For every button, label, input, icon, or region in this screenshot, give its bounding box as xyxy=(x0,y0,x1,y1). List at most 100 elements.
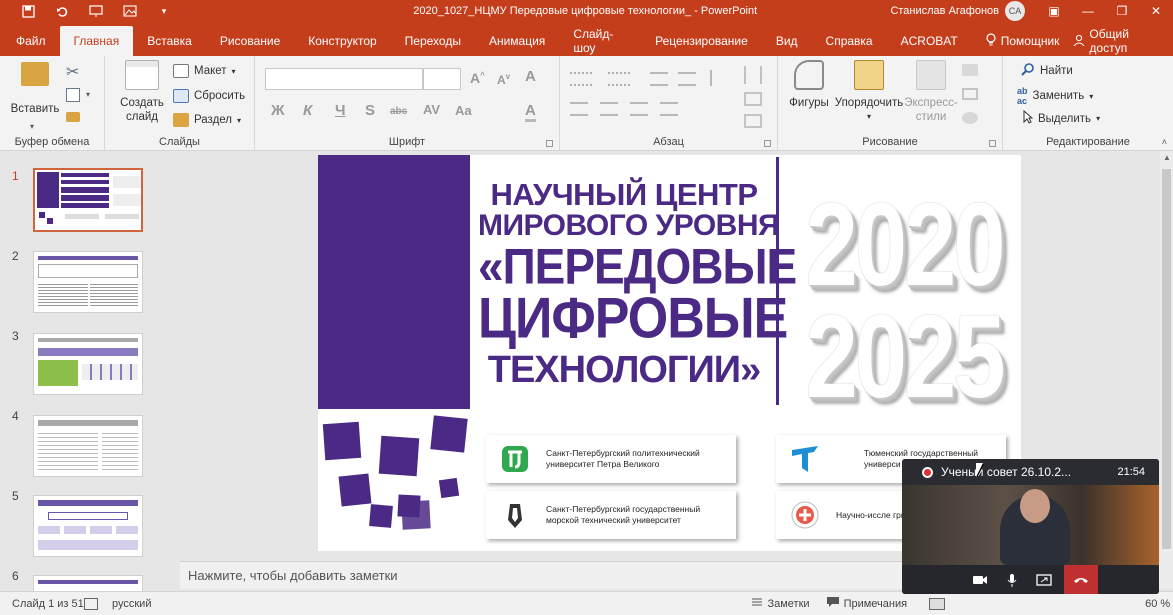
slide-thumbnail[interactable] xyxy=(33,168,143,232)
hang-up-button[interactable] xyxy=(1064,565,1098,594)
tab-design[interactable]: Конструктор xyxy=(294,26,390,56)
slide-thumbnails-pane[interactable]: 1 2 3 4 5 6 xyxy=(0,151,180,591)
tab-insert[interactable]: Вставка xyxy=(133,26,206,56)
user-account[interactable]: Станислав Агафонов CA xyxy=(890,1,1025,21)
slide-thumbnail[interactable] xyxy=(33,333,143,395)
columns-icon[interactable] xyxy=(744,66,762,84)
bullets-icon[interactable] xyxy=(570,72,592,86)
slide-thumbnail[interactable] xyxy=(33,415,143,477)
tab-file[interactable]: Файл xyxy=(0,26,60,56)
scrollbar-thumb[interactable] xyxy=(1162,169,1171,549)
bold-button[interactable]: Ж xyxy=(271,102,285,119)
tab-slideshow[interactable]: Слайд-шоу xyxy=(559,26,641,56)
italic-button[interactable]: К xyxy=(303,102,312,119)
notes-button[interactable]: Заметки xyxy=(751,596,810,611)
quick-styles-label: Экспресс- xyxy=(904,97,958,109)
quick-styles-button[interactable]: Экспресс- стили xyxy=(902,60,960,124)
shape-outline-icon[interactable] xyxy=(962,88,978,100)
tab-draw[interactable]: Рисование xyxy=(206,26,294,56)
tab-help[interactable]: Справка xyxy=(812,26,887,56)
text-direction-icon[interactable] xyxy=(744,92,762,106)
tab-review[interactable]: Рецензирование xyxy=(641,26,762,56)
increase-indent-icon[interactable] xyxy=(678,72,696,86)
new-slide-label-2: слайд xyxy=(126,111,158,123)
reset-button[interactable]: Сбросить xyxy=(173,89,245,103)
camera-icon[interactable] xyxy=(964,574,996,586)
normal-view-icon[interactable] xyxy=(929,597,946,610)
restore-button[interactable]: ❐ xyxy=(1105,4,1139,18)
comments-button[interactable]: Примечания xyxy=(826,596,907,611)
format-painter-icon[interactable] xyxy=(66,112,80,122)
paragraph-dialog-launcher-icon[interactable] xyxy=(764,140,771,147)
slideshow-start-icon[interactable] xyxy=(86,3,106,19)
align-center-icon[interactable] xyxy=(600,102,618,116)
numbering-icon[interactable] xyxy=(608,72,630,86)
customize-toolbar-icon[interactable]: ▾ xyxy=(154,3,174,19)
picture-icon[interactable] xyxy=(120,3,140,19)
font-size-input[interactable] xyxy=(423,68,461,90)
cut-icon[interactable]: ✂ xyxy=(66,62,79,82)
replace-button[interactable]: ab ac Заменить ▾ xyxy=(1017,86,1093,106)
shape-effects-icon[interactable] xyxy=(962,112,978,124)
increase-font-icon[interactable]: A^ xyxy=(470,70,485,86)
undo-icon[interactable] xyxy=(52,3,72,19)
save-icon[interactable] xyxy=(18,3,38,19)
slide-headline[interactable]: НАУЧНЫЙ ЦЕНТР МИРОВОГО УРОВНЯ «ПЕРЕДОВЫЕ… xyxy=(478,179,797,389)
select-button[interactable]: Выделить ▾ xyxy=(1023,109,1100,127)
smartart-icon[interactable] xyxy=(744,114,762,128)
tab-acrobat[interactable]: ACROBAT xyxy=(887,26,972,56)
slide-thumbnail[interactable] xyxy=(33,495,143,557)
org-card[interactable]: Санкт-Петербургский государственный морс… xyxy=(486,491,736,539)
decrease-indent-icon[interactable] xyxy=(650,72,668,86)
tab-view[interactable]: Вид xyxy=(762,26,812,56)
paste-dropdown-icon[interactable]: ▾ xyxy=(30,122,34,131)
close-button[interactable]: ✕ xyxy=(1139,4,1173,18)
align-left-icon[interactable] xyxy=(570,102,588,116)
slide-thumbnail[interactable] xyxy=(33,575,143,591)
minimize-button[interactable]: — xyxy=(1071,4,1105,18)
screen-share-icon[interactable] xyxy=(1028,573,1060,586)
copy-icon[interactable] xyxy=(66,88,80,102)
section-button[interactable]: Раздел ▾ xyxy=(173,113,241,127)
underline-button[interactable]: Ч xyxy=(335,102,346,119)
collapse-ribbon-icon[interactable]: ˄ xyxy=(1162,137,1167,147)
zoom-level[interactable]: 60 % xyxy=(1145,598,1170,610)
language-indicator[interactable]: русский xyxy=(112,598,151,610)
character-spacing-button[interactable]: AV xyxy=(423,102,440,117)
new-slide-button[interactable]: Создать слайд xyxy=(117,60,167,124)
share-button[interactable]: Общий доступ xyxy=(1073,26,1173,56)
line-spacing-icon[interactable] xyxy=(710,70,728,86)
slide-thumbnail[interactable] xyxy=(33,251,143,313)
copy-dropdown-icon[interactable]: ▾ xyxy=(86,90,90,99)
decrease-font-icon[interactable]: Av xyxy=(497,72,510,87)
change-case-button[interactable]: Aa xyxy=(455,103,472,118)
video-call-window[interactable]: Ученый совет 26.10.2... 21:54 xyxy=(902,459,1159,594)
text-shadow-button[interactable]: S xyxy=(365,102,375,119)
paste-button[interactable]: Вставить xyxy=(10,62,60,116)
scroll-up-icon[interactable]: ▲ xyxy=(1163,153,1171,162)
microphone-icon[interactable] xyxy=(996,573,1028,587)
font-dialog-launcher-icon[interactable] xyxy=(546,140,553,147)
ribbon-display-options-icon[interactable]: ▣ xyxy=(1037,4,1071,18)
find-button[interactable]: Найти xyxy=(1021,62,1073,79)
tab-transitions[interactable]: Переходы xyxy=(391,26,475,56)
drawing-dialog-launcher-icon[interactable] xyxy=(989,140,996,147)
align-right-icon[interactable] xyxy=(630,102,648,116)
tab-home[interactable]: Главная xyxy=(59,26,134,56)
font-name-input[interactable] xyxy=(265,68,423,90)
shape-fill-icon[interactable] xyxy=(962,64,978,76)
org-card[interactable]: Санкт-Петербургский политехнический унив… xyxy=(486,435,736,483)
vertical-scrollbar[interactable]: ▲ xyxy=(1160,151,1173,589)
layout-button[interactable]: Макет ▾ xyxy=(173,64,236,78)
spelling-icon[interactable] xyxy=(84,597,98,610)
arrange-button[interactable]: Упорядочить ▾ xyxy=(832,60,906,124)
tab-animations[interactable]: Анимация xyxy=(475,26,559,56)
font-color-button[interactable]: A xyxy=(525,102,536,122)
clear-formatting-icon[interactable]: A xyxy=(525,68,536,85)
tab-tell-me[interactable]: Помощник xyxy=(972,26,1074,56)
justify-icon[interactable] xyxy=(660,102,678,116)
strikethrough-button[interactable]: abc xyxy=(390,106,407,117)
shapes-button[interactable]: Фигуры xyxy=(784,60,834,110)
font-group: A^ Av A Ж К Ч S abc AV Aa A Шрифт xyxy=(255,56,560,151)
year-end[interactable]: 2025 xyxy=(788,290,1020,425)
